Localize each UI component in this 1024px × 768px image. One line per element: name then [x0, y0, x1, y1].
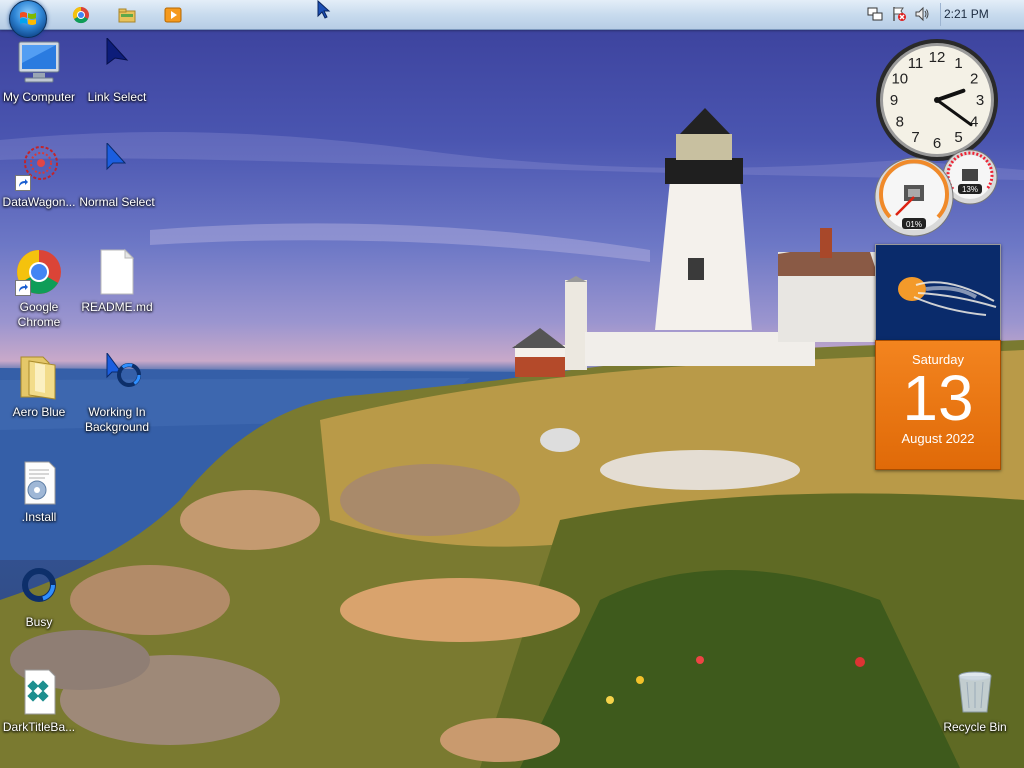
shortcut-arrow-icon	[15, 175, 31, 191]
folder-icon	[20, 356, 56, 400]
clock-numeral: 11	[908, 55, 924, 72]
app-icon	[24, 669, 56, 715]
link-select-cursor-icon	[106, 36, 129, 65]
chrome-icon	[72, 6, 89, 24]
chrome-taskbar-button[interactable]	[71, 5, 91, 25]
desktop-icon-label: README.md	[81, 300, 153, 314]
computer-icon	[18, 41, 60, 83]
desktop-icon-label: Google Chrome	[17, 300, 61, 329]
cpu-meter-dials: 13% 01%	[874, 149, 998, 237]
desktop-icon-label: Recycle Bin	[943, 720, 1007, 734]
cpu-meter-gadget[interactable]: 13% 01%	[874, 147, 1000, 239]
working-cursor-icon	[106, 351, 141, 387]
desktop-icon-label: .Install	[21, 510, 57, 524]
clock-numeral: 4	[970, 114, 978, 131]
calendar-gadget[interactable]: Saturday 13 August 2022	[875, 340, 1001, 470]
desktop-icon-working-in-background[interactable]: Working In Background	[78, 351, 156, 435]
slideshow-gadget[interactable]	[875, 244, 1001, 342]
desktop-icon-aero-blue[interactable]: Aero Blue	[0, 353, 78, 420]
network-icon[interactable]	[867, 6, 883, 22]
tray-separator	[940, 3, 941, 26]
clock-numeral: 8	[896, 114, 904, 131]
shortcut-arrow-icon	[15, 280, 31, 296]
desktop-icon-label: Busy	[25, 615, 53, 629]
clock-numeral: 9	[890, 92, 898, 109]
clock-numeral: 3	[976, 92, 984, 109]
clock-numeral: 1	[954, 55, 962, 72]
desktop-icon-normal-select[interactable]: Normal Select	[78, 141, 156, 210]
desktop-icon-busy[interactable]: Busy	[0, 563, 78, 630]
calendar-month-year: August 2022	[901, 431, 975, 446]
memory-percent: 13%	[962, 185, 978, 194]
taskbar: 2:21 PM	[0, 0, 1024, 38]
calendar-day: 13	[902, 362, 974, 434]
desktop-icon-recycle-bin[interactable]: Recycle Bin	[936, 668, 1014, 735]
clock-numeral: 7	[911, 129, 919, 146]
desktop-icon-label: Working In Background	[84, 405, 150, 434]
busy-cursor-icon	[22, 568, 56, 602]
clock-numeral: 5	[954, 129, 962, 146]
desktop-icon-label: DarkTitleBa...	[2, 720, 76, 734]
explorer-taskbar-button[interactable]	[117, 5, 137, 25]
clock-numeral: 10	[891, 71, 908, 88]
desktop-icon-my-computer[interactable]: My Computer	[0, 38, 78, 105]
windows-logo-icon	[20, 12, 36, 25]
mouse-cursor-icon	[317, 0, 331, 19]
desktop-icon-install[interactable]: .Install	[0, 458, 78, 525]
install-icon	[24, 461, 56, 505]
clock-face: 1234567891011 12	[876, 39, 998, 161]
desktop-icon-label: My Computer	[2, 90, 76, 104]
action-center-icon[interactable]	[891, 6, 907, 22]
desktop-icon-label: Normal Select	[79, 195, 155, 209]
jellyfish-photo	[876, 245, 1000, 341]
volume-icon[interactable]	[914, 6, 930, 22]
normal-select-cursor-icon	[106, 141, 127, 171]
cpu-percent: 01%	[906, 220, 922, 229]
desktop-icon-label: Aero Blue	[12, 405, 66, 419]
desktop-icon-link-select[interactable]: Link Select	[78, 36, 156, 105]
clock-numeral: 2	[970, 71, 978, 88]
file-icon	[100, 248, 135, 295]
desktop-icon-readme[interactable]: README.md	[78, 248, 156, 315]
media-player-taskbar-button[interactable]	[163, 5, 183, 25]
clock-numeral: 12	[929, 49, 946, 66]
desktop-icon-google-chrome[interactable]: Google Chrome	[0, 248, 78, 330]
explorer-icon	[118, 8, 136, 23]
recycle-bin-icon	[958, 671, 992, 713]
desktop-icon-datawagon[interactable]: DataWagon...	[0, 143, 78, 210]
clock-gadget[interactable]: 1 2 3 4 5 6 7 8 9 10 11 12	[874, 37, 1000, 163]
desktop-icon-darktitlebar[interactable]: DarkTitleBa...	[0, 668, 78, 735]
desktop-icon-label: DataWagon...	[2, 195, 76, 209]
desktop-icon-label: Link Select	[87, 90, 147, 104]
media-player-icon	[164, 7, 182, 23]
start-button[interactable]	[9, 0, 47, 38]
tray-clock[interactable]: 2:21 PM	[944, 7, 989, 21]
